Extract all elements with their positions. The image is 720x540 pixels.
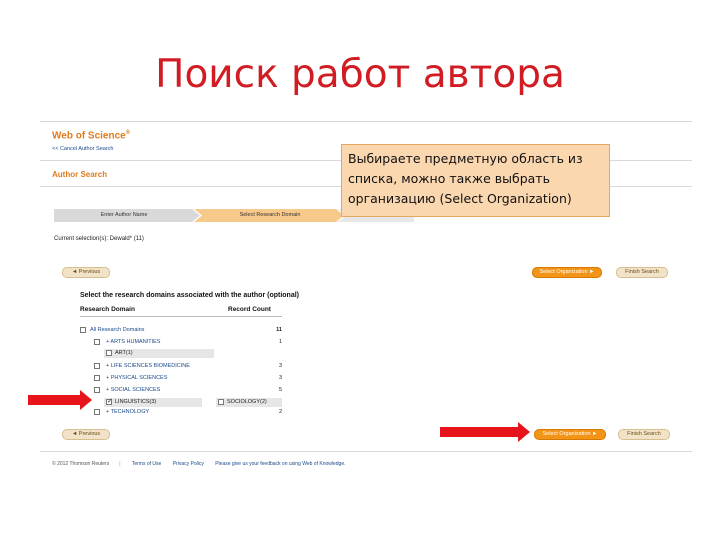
table-row: LINGUISTICS(3) SOCIOLOGY(2) bbox=[80, 397, 282, 407]
select-organization-button-bottom[interactable]: Select Organization ► bbox=[534, 429, 606, 440]
footer-copyright: © 2012 Thomson Reuters bbox=[52, 461, 110, 467]
column-header-domain: Research Domain bbox=[80, 306, 135, 313]
arrow-shaft bbox=[440, 427, 518, 437]
web-of-science-logo: Web of Science® bbox=[52, 130, 130, 141]
row-label: ART(1) bbox=[115, 350, 133, 356]
arrow-shaft bbox=[28, 395, 80, 405]
callout-note: Выбираете предметную область из списка, … bbox=[341, 144, 610, 217]
row-label: LINGUISTICS(3) bbox=[115, 399, 157, 405]
table-row: + LIFE SCIENCES BIOMEDICINE 3 bbox=[80, 362, 282, 371]
table-row: + PHYSICAL SCIENCES 3 bbox=[80, 374, 282, 383]
table-row: + ARTS HUMANITIES 1 bbox=[80, 338, 282, 347]
footer: © 2012 Thomson Reuters | Terms of Use Pri… bbox=[52, 461, 356, 467]
checkbox-sociology[interactable] bbox=[218, 399, 224, 405]
checkbox-life-sciences[interactable] bbox=[94, 363, 100, 369]
logo-mark: ® bbox=[125, 130, 131, 136]
logo-text: Web of Science bbox=[52, 130, 126, 142]
row-count: 3 bbox=[278, 375, 282, 381]
step-select-research-domain: Select Research Domain bbox=[239, 212, 301, 218]
table-title: Select the research domains associated w… bbox=[80, 292, 299, 299]
row-label[interactable]: + PHYSICAL SCIENCES bbox=[106, 374, 167, 383]
select-organization-button-top[interactable]: Select Organization ► bbox=[532, 267, 602, 278]
row-label[interactable]: + LIFE SCIENCES BIOMEDICINE bbox=[106, 362, 190, 371]
previous-button-top[interactable]: ◄ Previous bbox=[62, 267, 110, 278]
top-divider bbox=[40, 121, 692, 122]
section-title: Author Search bbox=[52, 170, 108, 179]
footer-divider bbox=[40, 451, 692, 452]
arrow-head bbox=[80, 390, 92, 410]
checkbox-art[interactable] bbox=[106, 350, 112, 356]
step-enter-author-name: Enter Author Name bbox=[100, 212, 148, 218]
table-row: + SOCIAL SCIENCES 5 bbox=[80, 386, 282, 395]
cancel-author-search-link[interactable]: << Cancel Author Search bbox=[52, 146, 113, 152]
footer-terms-link[interactable]: Terms of Use bbox=[132, 461, 161, 467]
checkbox-technology[interactable] bbox=[94, 409, 100, 415]
checkbox-linguistics[interactable] bbox=[106, 397, 113, 406]
arrow-head bbox=[518, 422, 530, 442]
row-count: 11 bbox=[276, 327, 282, 333]
table-row: All Research Domains 11 bbox=[80, 326, 282, 335]
table-row: ART(1) bbox=[80, 349, 282, 358]
footer-separator: | bbox=[119, 461, 121, 467]
checkbox-all-domains[interactable] bbox=[80, 327, 86, 333]
table-row: + TECHNOLOGY 2 bbox=[80, 408, 282, 417]
previous-button-bottom[interactable]: ◄ Previous bbox=[62, 429, 110, 440]
checkbox-physical-sciences[interactable] bbox=[94, 375, 100, 381]
finish-search-button-top[interactable]: Finish Search bbox=[616, 267, 668, 278]
row-count: 2 bbox=[278, 409, 282, 415]
row-label[interactable]: + ARTS HUMANITIES bbox=[106, 338, 160, 347]
checkbox-social-sciences[interactable] bbox=[94, 387, 100, 393]
footer-feedback-link[interactable]: Please give us your feedback on using We… bbox=[215, 461, 345, 467]
current-selections: Current selection(s): Dewald* (11) bbox=[54, 236, 144, 242]
row-count: 1 bbox=[278, 339, 282, 345]
column-header-count: Record Count bbox=[228, 306, 271, 313]
row-count: 3 bbox=[278, 363, 282, 369]
finish-search-button-bottom[interactable]: Finish Search bbox=[618, 429, 670, 440]
footer-privacy-link[interactable]: Privacy Policy bbox=[173, 461, 204, 467]
table-header-divider bbox=[80, 316, 282, 317]
row-label[interactable]: + TECHNOLOGY bbox=[106, 408, 149, 417]
row-label[interactable]: + SOCIAL SCIENCES bbox=[106, 386, 160, 395]
slide-title: Поиск работ автора bbox=[155, 52, 565, 97]
row-label[interactable]: All Research Domains bbox=[90, 326, 144, 335]
right-arrow-icon bbox=[28, 390, 92, 410]
row-count: 5 bbox=[278, 387, 282, 393]
right-arrow-icon bbox=[440, 422, 530, 442]
row-extra-label: SOCIOLOGY(2) bbox=[227, 399, 267, 405]
checkbox-arts-humanities[interactable] bbox=[94, 339, 100, 345]
